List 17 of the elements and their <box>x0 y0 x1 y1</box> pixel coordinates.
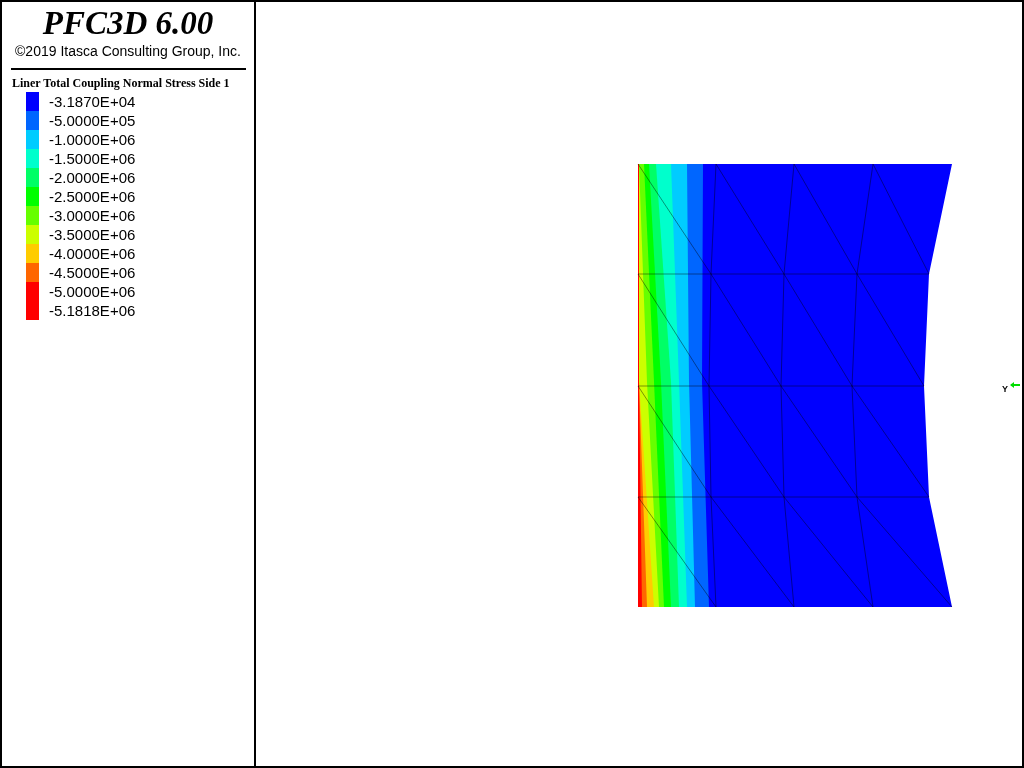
legend-value: -3.0000E+06 <box>49 206 136 225</box>
legend-value: -3.5000E+06 <box>49 225 136 244</box>
legend-value: -5.0000E+06 <box>49 282 136 301</box>
axis-arrow-icon <box>1010 382 1021 388</box>
legend-value: -4.0000E+06 <box>49 244 136 263</box>
legend-value: -2.0000E+06 <box>49 168 136 187</box>
copyright-text: ©2019 Itasca Consulting Group, Inc. <box>15 42 241 60</box>
legend-value: -5.1818E+06 <box>49 301 136 320</box>
legend-heading: Liner Total Coupling Normal Stress Side 1 <box>12 76 230 90</box>
axis-label: Y <box>1002 384 1008 394</box>
legend-value: -1.5000E+06 <box>49 149 136 168</box>
app-title: PFC3D 6.00 <box>42 4 214 42</box>
legend-value: -3.1870E+04 <box>49 92 136 111</box>
legend-value: -1.0000E+06 <box>49 130 136 149</box>
legend-value: -2.5000E+06 <box>49 187 136 206</box>
legend-value: -4.5000E+06 <box>49 263 136 282</box>
legend-value: -5.0000E+05 <box>49 111 136 130</box>
